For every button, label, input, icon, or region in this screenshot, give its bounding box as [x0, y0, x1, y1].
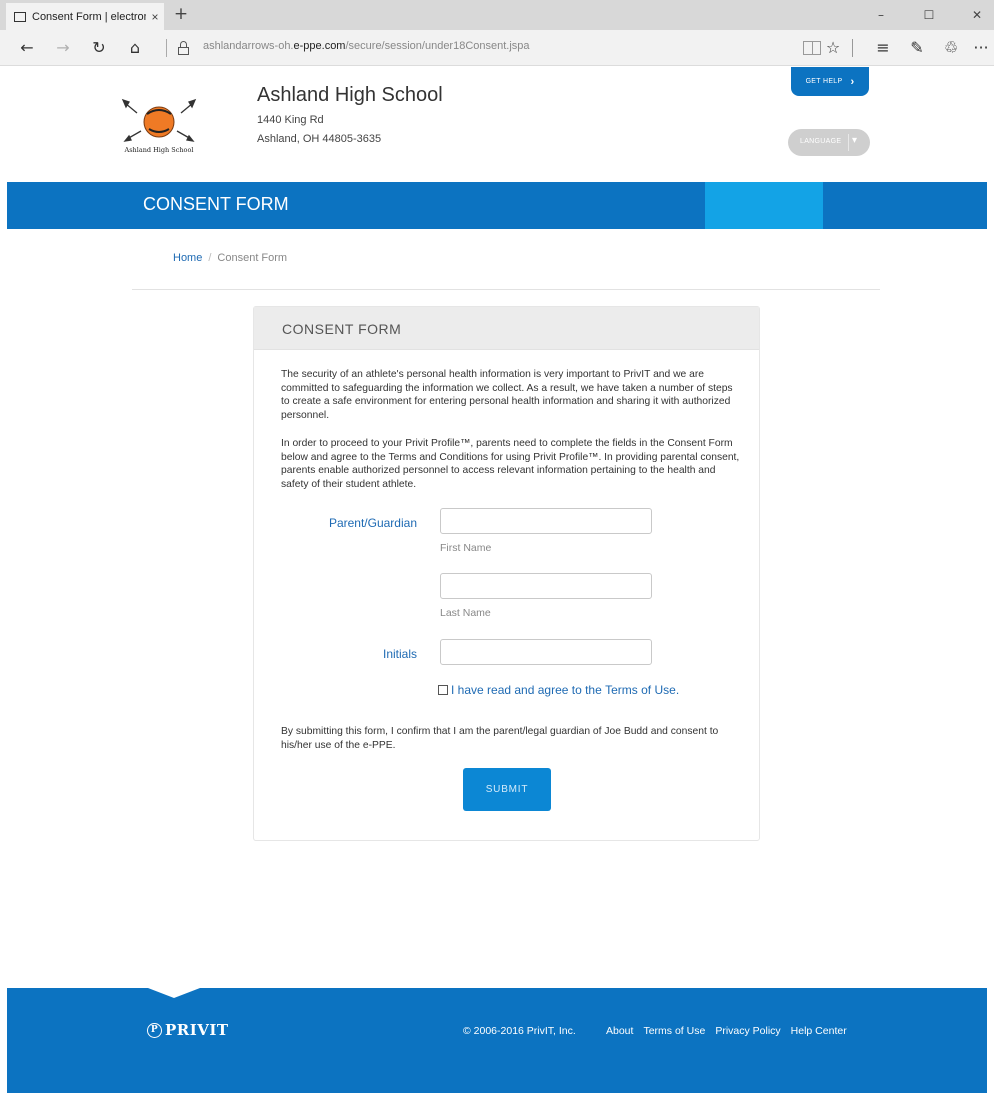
privit-mark-icon: P: [147, 1022, 162, 1038]
last-name-help: Last Name: [440, 607, 491, 619]
instructions-paragraph: In order to proceed to your Privit Profi…: [281, 438, 740, 490]
privit-wordmark: PRIVIT: [165, 1021, 229, 1039]
get-help-label: GET HELP: [805, 78, 843, 85]
breadcrumb-home-link[interactable]: Home: [173, 252, 202, 264]
breadcrumb-current: Consent Form: [217, 252, 288, 264]
breadcrumb: Home / Consent Form: [173, 252, 287, 264]
url-subdomain: ashlandarrows-oh.: [203, 40, 294, 52]
footer-link-privacy[interactable]: Privacy Policy: [715, 1025, 780, 1037]
privacy-paragraph: The security of an athlete's personal he…: [281, 369, 733, 421]
school-logo: Ashland High School: [121, 98, 197, 154]
initials-input[interactable]: [440, 639, 652, 665]
refresh-icon[interactable]: ↻: [82, 30, 116, 66]
terms-agreement: I have read and agree to the Terms of Us…: [438, 683, 679, 697]
consent-form-panel: CONSENT FORM The security of an athlete'…: [253, 306, 760, 841]
address-divider: [166, 39, 167, 57]
browser-tab[interactable]: Consent Form | electron ×: [6, 3, 164, 30]
school-address-line2: Ashland, OH 44805-3635: [257, 133, 382, 145]
url-path: /secure/session/under18Consent.jspa: [345, 40, 530, 52]
divider: [132, 289, 880, 290]
close-tab-icon[interactable]: ×: [146, 10, 164, 24]
toolbar-divider: [852, 39, 853, 57]
forward-icon[interactable]: →: [46, 30, 80, 66]
hub-icon[interactable]: ≡: [866, 30, 900, 66]
page-icon: [14, 11, 26, 22]
minimize-button[interactable]: –: [862, 0, 900, 30]
first-name-help: First Name: [440, 542, 492, 554]
close-window-button[interactable]: ✕: [958, 0, 994, 30]
page-title-band: CONSENT FORM: [7, 182, 987, 229]
footer-link-about[interactable]: About: [606, 1025, 633, 1037]
browser-navigation-bar: ← → ↻ ⌂ ashlandarrows-oh.e-ppe.com/secur…: [0, 30, 994, 66]
footer-links: About Terms of Use Privacy Policy Help C…: [606, 1025, 847, 1037]
address-bar[interactable]: ashlandarrows-oh.e-ppe.com/secure/sessio…: [203, 40, 530, 52]
page-title: CONSENT FORM: [143, 194, 289, 214]
initials-label: Initials: [382, 647, 417, 661]
browser-tab-bar: Consent Form | electron × + – ☐ ✕: [0, 0, 994, 30]
new-tab-button[interactable]: +: [170, 3, 192, 27]
agree-text: I have read and agree to the: [451, 683, 606, 697]
url-domain: e-ppe.com: [293, 40, 346, 52]
first-name-input[interactable]: [440, 508, 652, 534]
web-note-icon[interactable]: ✎: [900, 30, 934, 66]
footer-notch: [148, 988, 200, 998]
get-help-button[interactable]: GET HELP ›: [791, 67, 869, 96]
last-name-input[interactable]: [440, 573, 652, 599]
school-name: Ashland High School: [257, 84, 443, 106]
terms-of-use-link[interactable]: Terms of Use: [605, 683, 676, 697]
copyright: © 2006-2016 PrivIT, Inc.: [463, 1025, 576, 1037]
tab-title: Consent Form | electron: [32, 10, 146, 23]
agree-period: .: [675, 683, 680, 697]
agree-checkbox[interactable]: [438, 685, 448, 695]
submit-button[interactable]: SUBMIT: [463, 768, 551, 811]
site-header: Ashland High School Ashland High School …: [7, 67, 987, 182]
footer-link-help-center[interactable]: Help Center: [791, 1025, 847, 1037]
panel-header: CONSENT FORM: [254, 307, 759, 350]
school-address-line1: 1440 King Rd: [257, 114, 324, 126]
home-icon[interactable]: ⌂: [118, 30, 152, 66]
site-footer: P PRIVIT © 2006-2016 PrivIT, Inc. About …: [7, 988, 987, 1093]
chevron-right-icon: ›: [850, 75, 855, 88]
favorite-star-icon[interactable]: ☆: [816, 30, 850, 66]
parent-guardian-label: Parent/Guardian: [328, 516, 417, 530]
maximize-button[interactable]: ☐: [910, 0, 948, 30]
language-select[interactable]: LANGUAGE ▾: [788, 129, 870, 156]
panel-title: CONSENT FORM: [282, 321, 402, 337]
footer-link-terms[interactable]: Terms of Use: [643, 1025, 705, 1037]
language-label: LANGUAGE: [800, 138, 842, 145]
share-icon[interactable]: ♲: [934, 30, 968, 66]
band-accent: [705, 182, 823, 229]
lock-icon: [178, 41, 189, 55]
language-divider: [848, 134, 849, 151]
back-icon[interactable]: ←: [10, 30, 44, 66]
more-icon[interactable]: ···: [964, 30, 994, 66]
logo-caption: Ashland High School: [124, 146, 194, 154]
chevron-down-icon: ▾: [852, 135, 858, 146]
privit-logo[interactable]: P PRIVIT: [147, 1021, 229, 1039]
confirmation-paragraph: By submitting this form, I confirm that …: [281, 726, 719, 751]
breadcrumb-separator: /: [208, 252, 212, 264]
